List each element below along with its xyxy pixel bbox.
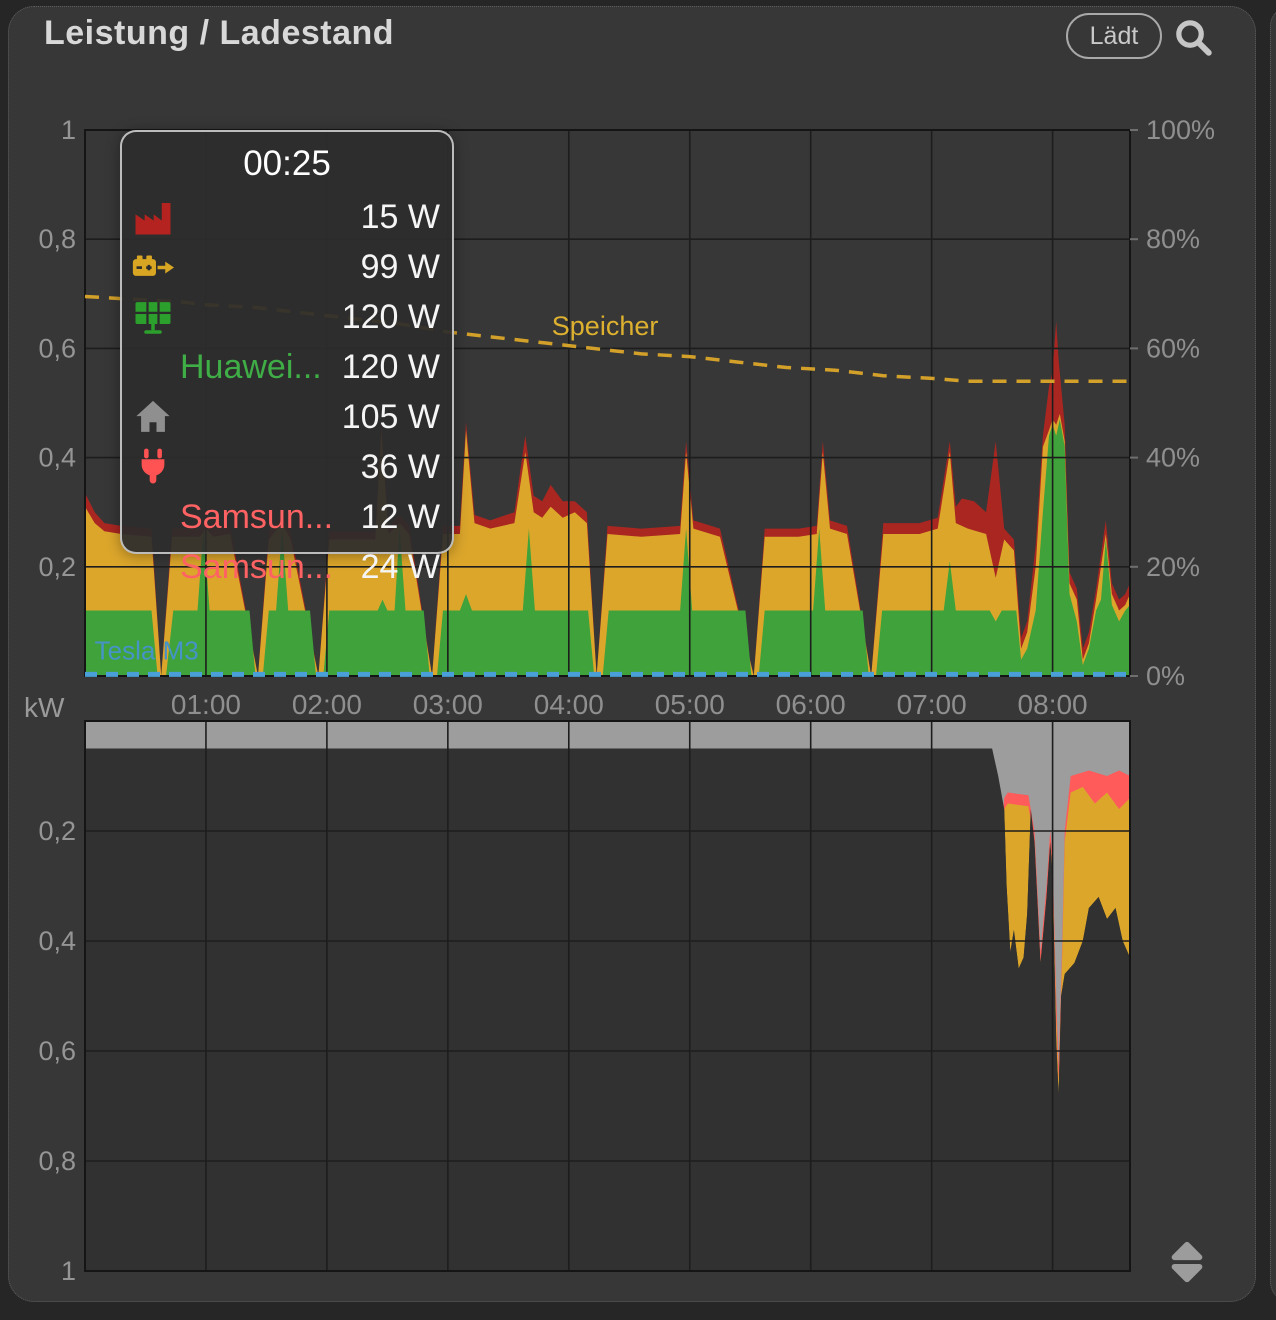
- tooltip-row-value: 15 W: [361, 198, 440, 237]
- factory-icon: [132, 195, 180, 239]
- series-dark-hump-area: [85, 749, 1130, 1272]
- x-tick-label: 07:00: [897, 689, 967, 720]
- tooltip-row: 15 W: [120, 192, 454, 242]
- y-tick-label: 0,2: [38, 816, 76, 846]
- tooltip-row: 99 W: [120, 242, 454, 292]
- annotation-speicher: Speicher: [552, 311, 659, 341]
- tooltip-row-value: 99 W: [361, 248, 440, 287]
- plug-icon: [132, 445, 180, 489]
- y-tick-label: 1: [61, 1256, 76, 1286]
- tooltip-row: 120 W: [120, 292, 454, 342]
- y-tick-label: 0,8: [38, 224, 76, 254]
- y-tick-label: 0,4: [38, 443, 76, 473]
- battery-out-icon: [132, 245, 180, 289]
- tooltip-row: 36 W: [120, 442, 454, 492]
- x-tick-label: 03:00: [413, 689, 483, 720]
- x-axis-unit-label: kW: [24, 692, 65, 723]
- tooltip-row-value: 120 W: [342, 348, 440, 387]
- x-tick-label: 01:00: [171, 689, 241, 720]
- y-tick-label: 0,6: [38, 333, 76, 363]
- x-tick-label: 04:00: [534, 689, 604, 720]
- x-tick-label: 06:00: [776, 689, 846, 720]
- chart-consumption: 0,2 0,4 0,6 0,8 1: [38, 721, 1130, 1286]
- tooltip-time: 00:25: [120, 144, 454, 184]
- tooltip-row: 105 W: [120, 392, 454, 442]
- tooltip-rows: 15 W99 W120 WHuawei...120 W105 W36 WSams…: [120, 192, 454, 592]
- resize-button[interactable]: [1164, 1238, 1210, 1288]
- tooltip-row: Samsun...24 W: [120, 542, 454, 592]
- house-icon: [132, 395, 180, 439]
- y2-tick-label: 80%: [1146, 224, 1200, 254]
- y2-tick-label: 40%: [1146, 443, 1200, 473]
- y2-tick-label: 20%: [1146, 552, 1200, 582]
- tooltip-row-value: 105 W: [342, 398, 440, 437]
- annotation-tesla-m3: Tesla M3: [95, 636, 199, 666]
- tooltip-row-value: 24 W: [361, 548, 440, 587]
- x-tick-label: 02:00: [292, 689, 362, 720]
- x-tick-label: 08:00: [1018, 689, 1088, 720]
- y2-tick-label: 100%: [1146, 115, 1215, 145]
- tooltip-row-label: Huawei...: [180, 348, 342, 387]
- y2-tick-label: 0%: [1146, 661, 1185, 691]
- tooltip-row-value: 36 W: [361, 448, 440, 487]
- sort-arrows-icon: [1164, 1238, 1210, 1288]
- solar-panel-icon: [132, 295, 180, 339]
- tooltip-row: Samsun...12 W: [120, 492, 454, 542]
- tooltip-row-label: Samsun...: [180, 498, 361, 537]
- x-tick-label: 05:00: [655, 689, 725, 720]
- tooltip-row-value: 120 W: [342, 298, 440, 337]
- y-tick-label: 0,6: [38, 1036, 76, 1066]
- y2-tick-label: 60%: [1146, 333, 1200, 363]
- y-tick-label: 0,8: [38, 1146, 76, 1176]
- tooltip-row: Huawei...120 W: [120, 342, 454, 392]
- y-tick-label: 1: [61, 115, 76, 145]
- y-tick-label: 0,4: [38, 926, 76, 956]
- y-tick-label: 0,2: [38, 552, 76, 582]
- tooltip-row-label: Samsun...: [180, 548, 361, 587]
- tooltip-row-value: 12 W: [361, 498, 440, 537]
